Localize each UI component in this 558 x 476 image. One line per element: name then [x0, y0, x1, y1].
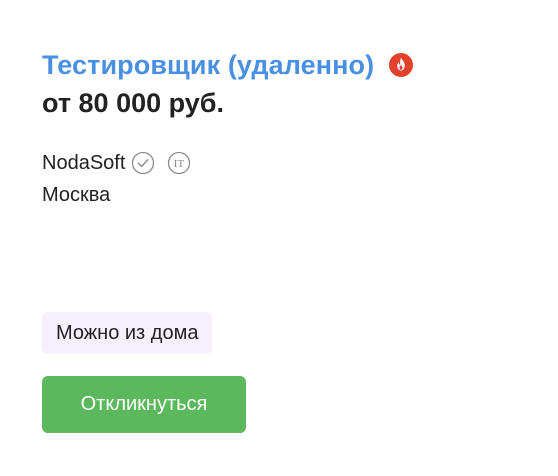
remote-work-tag: Можно из дома	[42, 312, 213, 354]
vacancy-title-link[interactable]: Тестировщик (удаленно)	[42, 50, 374, 81]
it-icon-label: IT	[174, 158, 185, 170]
fire-icon	[388, 52, 414, 78]
vacancy-card: Тестировщик (удаленно) от 80 000 руб. No…	[42, 44, 522, 433]
it-accredited-icon[interactable]: IT	[167, 151, 191, 175]
salary: от 80 000 руб.	[42, 88, 224, 118]
respond-button[interactable]: Откликнуться	[42, 376, 246, 433]
city: Москва	[42, 184, 111, 206]
title-row: Тестировщик (удаленно)	[42, 44, 522, 86]
verified-check-icon[interactable]	[131, 151, 155, 175]
company-name-link[interactable]: NodaSoft	[42, 152, 125, 175]
company-row: NodaSoft IT	[42, 150, 522, 176]
